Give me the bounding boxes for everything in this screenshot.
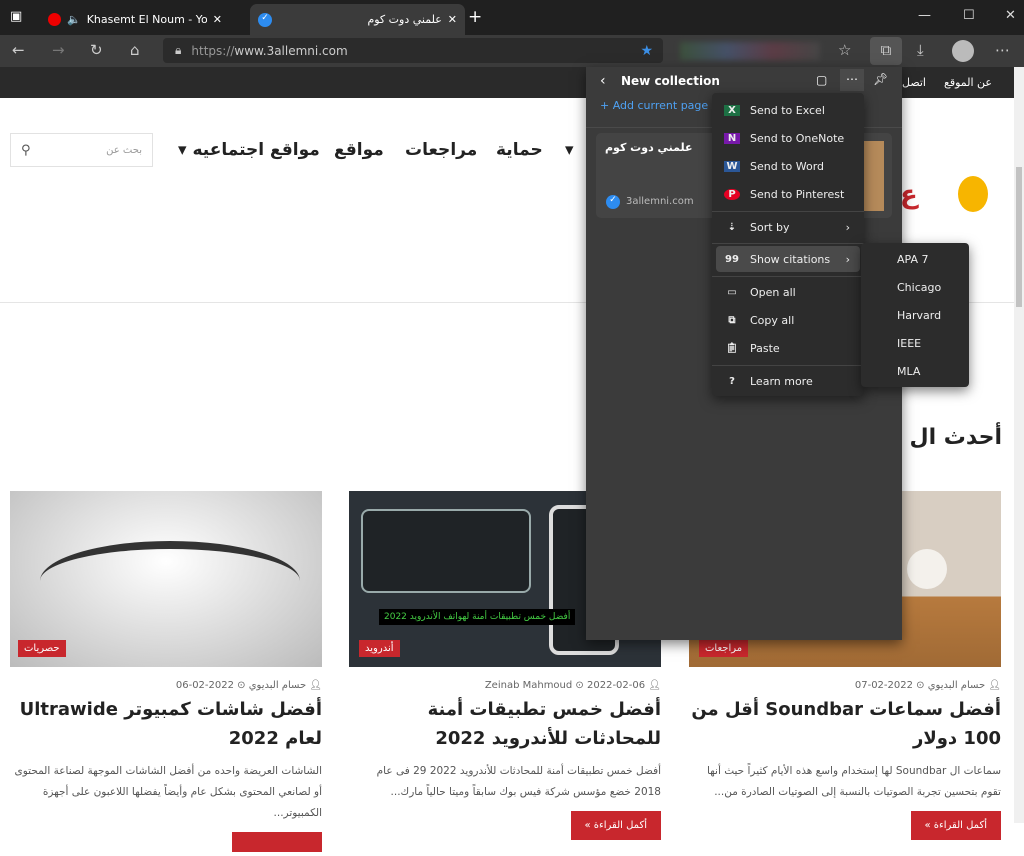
category-badge[interactable]: حصريات: [18, 640, 66, 657]
menu-open-all[interactable]: ▭ Open all: [716, 279, 860, 305]
pinterest-icon: P: [724, 188, 740, 200]
add-current-page-button[interactable]: + Add current page: [600, 99, 708, 112]
citations-submenu: APA 7 Chicago Harvard IEEE MLA: [861, 243, 969, 387]
chevron-right-icon: ›: [845, 220, 850, 234]
image-caption: أفضل خمس تطبيقات أمنة لهواتف الأندرويد 2…: [379, 609, 576, 625]
section-heading: أحدث ال: [889, 425, 1002, 450]
article-excerpt: الشاشات العريضة واحده من أفضل الشاشات ال…: [14, 765, 322, 819]
article-title[interactable]: أفضل شاشات كمبيوتر Ultrawide لعام 2022: [10, 695, 322, 753]
citation-apa7[interactable]: APA 7: [897, 253, 928, 266]
tab-label: علمني دوت كوم: [367, 13, 442, 26]
read-more-button[interactable]: أكمل القراءة »: [570, 811, 661, 840]
collections-icon[interactable]: ⧉: [870, 37, 902, 65]
close-window-icon[interactable]: ✕: [1005, 8, 1016, 23]
contact-link[interactable]: اتصل: [902, 76, 926, 89]
article-title[interactable]: أفضل سماعات Soundbar أقل من 100 دولار: [689, 695, 1001, 753]
nav-social[interactable]: مواقع اجتماعيه ▾: [178, 140, 320, 160]
item-title: علمني دوت كوم: [605, 141, 693, 154]
minimize-icon[interactable]: —: [918, 8, 931, 23]
category-badge[interactable]: مراجعات: [699, 640, 749, 657]
tab-3allemni[interactable]: ✓ علمني دوت كوم ✕: [250, 4, 465, 35]
site-favicon-icon: ✓: [258, 12, 272, 27]
menu-send-to-excel[interactable]: X Send to Excel: [716, 97, 860, 123]
article-excerpt: سماعات ال Soundbar لها إستخدام واسع هذه …: [706, 765, 1001, 798]
site-logo: ع: [900, 170, 1000, 230]
menu-learn-more[interactable]: ? Learn more: [716, 368, 860, 394]
download-icon[interactable]: ⤓: [917, 41, 924, 59]
onenote-icon: N: [724, 132, 740, 144]
paste-icon: 📋︎: [725, 342, 739, 354]
citation-mla[interactable]: MLA: [897, 365, 920, 378]
favorite-star-icon[interactable]: ★: [640, 43, 653, 59]
url: https://www.3allemni.com: [191, 43, 348, 58]
article-image[interactable]: حصريات: [10, 491, 322, 667]
menu-paste[interactable]: 📋︎ Paste: [716, 335, 860, 361]
read-more-button[interactable]: [232, 832, 322, 852]
lock-icon: 🔒︎: [175, 43, 182, 57]
menu-show-citations[interactable]: 99 Show citations ›: [716, 246, 860, 272]
collection-options-menu: X Send to Excel N Send to OneNote W Send to…: [712, 93, 864, 396]
site-favicon-icon: ✓: [606, 195, 620, 209]
category-badge[interactable]: أندرويد: [359, 640, 400, 657]
tab-bar: ▣ 🔈 Khasemt El Noum - YouTube ✕ ✓ علمني …: [0, 0, 1024, 35]
about-link[interactable]: عن الموقع: [944, 76, 992, 89]
more-options-button[interactable]: ⋯: [840, 69, 864, 91]
close-tab-icon[interactable]: ✕: [213, 13, 222, 26]
nav-sites[interactable]: مواقع: [334, 140, 384, 160]
favorites-icon[interactable]: ☆: [838, 41, 851, 59]
pin-icon[interactable]: 📌︎: [873, 72, 888, 86]
item-site: 3allemni.com: [626, 196, 694, 207]
citation-harvard[interactable]: Harvard: [897, 309, 941, 322]
new-tab-icon[interactable]: +: [468, 7, 482, 27]
help-icon: ?: [729, 375, 735, 387]
search-box[interactable]: ⚲ بحث عن: [10, 133, 153, 167]
forward-icon[interactable]: →: [52, 41, 65, 59]
youtube-icon: [48, 13, 61, 26]
article-card: حصريات 👤︎ حسام البديوي ⊙ 2022-02-06 أفضل…: [10, 491, 322, 856]
nav-security[interactable]: حماية: [496, 140, 543, 160]
article-excerpt: أفضل خمس تطبيقات أمنة للمحادثات للأندروي…: [376, 765, 661, 798]
home-icon[interactable]: ⌂: [130, 41, 140, 59]
back-icon[interactable]: ‹: [600, 73, 606, 89]
back-icon[interactable]: ←: [12, 41, 25, 59]
scrollbar[interactable]: [1014, 67, 1024, 823]
sort-icon: ⇣: [727, 221, 737, 233]
menu-send-to-onenote[interactable]: N Send to OneNote: [716, 125, 860, 151]
refresh-icon[interactable]: ↻: [90, 41, 103, 59]
search-placeholder: بحث عن: [106, 144, 142, 156]
tab-label: Khasemt El Noum - YouTube: [86, 13, 207, 26]
menu-sort-by[interactable]: ⇣ Sort by ›: [716, 214, 860, 240]
chevron-right-icon: ›: [845, 252, 850, 266]
article-title[interactable]: أفضل خمس تطبيقات أمنة للمحادثات للأندروي…: [349, 695, 661, 753]
copy-icon: ⧉: [728, 314, 736, 326]
speaker-icon[interactable]: 🔈: [67, 13, 81, 26]
citation-ieee[interactable]: IEEE: [897, 337, 921, 350]
citation-chicago[interactable]: Chicago: [897, 281, 941, 294]
blurred-extensions: [680, 42, 820, 60]
quote-icon: 99: [725, 253, 739, 265]
more-icon[interactable]: ⋯: [995, 41, 1010, 59]
article-meta: 👤︎ حسام البديوي ⊙ 2022-02-07: [854, 680, 1001, 691]
nav-more[interactable]: ▾: [565, 140, 574, 160]
address-bar[interactable]: 🔒︎ https://www.3allemni.com ★: [163, 38, 663, 63]
tab-youtube[interactable]: 🔈 Khasemt El Noum - YouTube ✕: [40, 4, 245, 35]
maximize-icon[interactable]: ☐: [963, 8, 975, 23]
tab-actions-icon[interactable]: ▣: [10, 9, 22, 24]
word-icon: W: [724, 160, 740, 172]
read-more-button[interactable]: أكمل القراءة »: [910, 811, 1001, 840]
add-note-icon[interactable]: ▢: [816, 73, 827, 87]
nav-reviews[interactable]: مراجعات: [405, 140, 477, 160]
menu-copy-all[interactable]: ⧉ Copy all: [716, 307, 860, 333]
collection-title[interactable]: New collection: [621, 74, 720, 88]
close-tab-icon[interactable]: ✕: [448, 13, 457, 26]
search-icon: ⚲: [21, 142, 31, 158]
excel-icon: X: [724, 104, 740, 116]
menu-send-to-word[interactable]: W Send to Word: [716, 153, 860, 179]
avatar[interactable]: [952, 40, 974, 62]
window-icon: ▭: [727, 286, 737, 298]
article-meta: 👤︎ حسام البديوي ⊙ 2022-02-06: [175, 680, 322, 691]
menu-send-to-pinterest[interactable]: P Send to Pinterest: [716, 181, 860, 207]
article-meta: 👤︎ Zeinab Mahmoud ⊙ 2022-02-06: [484, 680, 661, 691]
